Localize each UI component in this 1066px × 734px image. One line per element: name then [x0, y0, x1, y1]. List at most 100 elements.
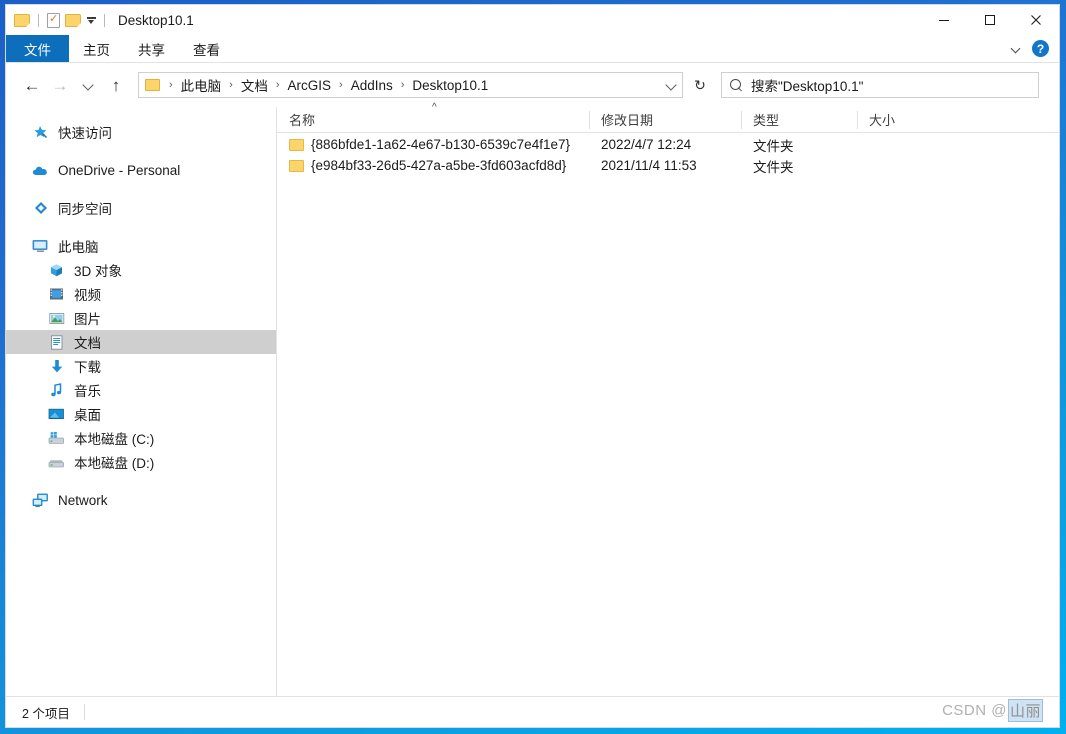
properties-icon[interactable]	[47, 12, 60, 28]
sidebar-item-label: Network	[58, 492, 108, 508]
sidebar-item-drive-c[interactable]: 本地磁盘 (C:)	[6, 426, 276, 450]
cell-name: {886bfde1-1a62-4e67-b130-6539c7e4f1e7}	[277, 134, 589, 155]
address-dropdown-icon[interactable]	[665, 79, 678, 92]
column-header-label: 名称	[289, 113, 316, 128]
item-count-label: 2 个项目	[22, 706, 70, 721]
column-header-label: 修改日期	[601, 113, 654, 128]
video-icon	[48, 286, 65, 303]
star-pin-icon	[32, 124, 49, 141]
arrow-up-icon: ↑	[111, 75, 121, 95]
sync-icon	[32, 200, 49, 217]
table-row[interactable]: {e984bf33-26d5-427a-a5be-3fd603acfd8d} 2…	[277, 155, 1059, 176]
sidebar-item-videos[interactable]: 视频	[6, 282, 276, 306]
new-folder-icon[interactable]	[65, 13, 81, 27]
search-input[interactable]: 搜索"Desktop10.1"	[751, 75, 863, 95]
breadcrumb-item-0[interactable]: 此电脑	[179, 75, 224, 95]
breadcrumb-item-2[interactable]: ArcGIS	[286, 78, 334, 93]
sidebar-item-downloads[interactable]: 下载	[6, 354, 276, 378]
chevron-down-icon	[82, 79, 95, 92]
search-box[interactable]: 搜索"Desktop10.1"	[721, 72, 1039, 98]
up-button[interactable]: ↑	[102, 71, 130, 99]
cell-size	[857, 134, 939, 155]
refresh-button[interactable]: ↻	[685, 72, 715, 98]
table-row[interactable]: {886bfde1-1a62-4e67-b130-6539c7e4f1e7} 2…	[277, 134, 1059, 155]
sidebar-item-label: 音乐	[74, 384, 101, 399]
sidebar-item-network[interactable]: Network	[6, 488, 276, 512]
sidebar-item-label: 视频	[74, 288, 101, 303]
recent-locations-button[interactable]	[74, 71, 102, 99]
breadcrumb-item-3[interactable]: AddIns	[349, 78, 395, 93]
breadcrumb-separator: ›	[229, 79, 233, 91]
back-button[interactable]: ←	[18, 71, 46, 99]
sidebar-item-drive-d[interactable]: 本地磁盘 (D:)	[6, 450, 276, 474]
ribbon-right-controls: ?	[1011, 35, 1059, 62]
breadcrumb-item-1[interactable]: 文档	[239, 75, 270, 95]
qat-divider-2	[104, 13, 105, 27]
sidebar-item-label: 同步空间	[58, 202, 112, 217]
sidebar-item-label: 图片	[74, 312, 101, 327]
breadcrumb-separator: ›	[339, 79, 343, 91]
column-header-label: 大小	[869, 113, 896, 128]
sidebar-item-quick-access[interactable]: 快速访问	[6, 120, 276, 144]
sidebar-item-label: 文档	[74, 336, 101, 351]
drive-icon	[48, 454, 65, 471]
pictures-icon	[48, 310, 65, 327]
ribbon-tab-bar: 文件 主页 共享 查看 ?	[6, 35, 1059, 62]
sidebar-item-music[interactable]: 音乐	[6, 378, 276, 402]
arrow-left-icon: ←	[23, 75, 41, 95]
music-icon	[48, 382, 65, 399]
download-icon	[48, 358, 65, 375]
computer-icon	[32, 238, 49, 255]
quick-access-toolbar	[6, 12, 108, 28]
watermark-username: 山丽	[1007, 699, 1043, 722]
folder-icon[interactable]	[14, 13, 30, 27]
chevron-down-icon[interactable]	[1011, 43, 1022, 54]
navigation-pane[interactable]: 快速访问 OneDrive - Personal 同步空间 此电脑 3D 对象 …	[6, 107, 277, 696]
sidebar-item-label: 此电脑	[58, 240, 99, 255]
file-name-label: {e984bf33-26d5-427a-a5be-3fd603acfd8d}	[311, 158, 567, 173]
cell-modified: 2021/11/4 11:53	[601, 158, 697, 173]
sidebar-item-sync-space[interactable]: 同步空间	[6, 196, 276, 220]
tab-view[interactable]: 查看	[179, 35, 234, 62]
cell-name: {e984bf33-26d5-427a-a5be-3fd603acfd8d}	[277, 155, 589, 176]
file-rows: {886bfde1-1a62-4e67-b130-6539c7e4f1e7} 2…	[277, 134, 1059, 696]
column-header-modified[interactable]: 修改日期	[589, 107, 741, 133]
tab-file[interactable]: 文件	[6, 35, 69, 62]
file-list-pane[interactable]: 名称 ^ 修改日期 类型 大小 {886bfde1-1a62-4e67-b130…	[277, 102, 1059, 696]
customize-caret-icon[interactable]	[87, 16, 96, 25]
sidebar-item-3d-objects[interactable]: 3D 对象	[6, 258, 276, 282]
maximize-button[interactable]	[967, 5, 1013, 35]
help-icon[interactable]: ?	[1032, 40, 1049, 57]
qat-divider	[38, 13, 39, 27]
file-name-label: {886bfde1-1a62-4e67-b130-6539c7e4f1e7}	[311, 137, 570, 152]
column-header-name[interactable]: 名称 ^	[277, 102, 589, 133]
sidebar-item-this-pc[interactable]: 此电脑	[6, 234, 276, 258]
breadcrumb-item-4[interactable]: Desktop10.1	[410, 78, 490, 93]
address-bar[interactable]: › 此电脑 › 文档 › ArcGIS › AddIns › Desktop10…	[138, 72, 683, 98]
forward-button[interactable]: →	[46, 71, 74, 99]
sidebar-item-documents[interactable]: 文档	[6, 330, 276, 354]
main-area: 快速访问 OneDrive - Personal 同步空间 此电脑 3D 对象 …	[6, 102, 1059, 696]
tab-home[interactable]: 主页	[69, 35, 124, 62]
sidebar-item-desktop[interactable]: 桌面	[6, 402, 276, 426]
sidebar-item-onedrive[interactable]: OneDrive - Personal	[6, 158, 276, 182]
status-bar: 2 个项目	[6, 696, 1059, 727]
column-header-size[interactable]: 大小	[857, 107, 939, 133]
title-bar: Desktop10.1	[6, 5, 1059, 35]
minimize-button[interactable]	[921, 5, 967, 35]
column-header-type[interactable]: 类型	[741, 107, 857, 133]
folder-icon	[289, 138, 304, 151]
sidebar-item-label: 桌面	[74, 408, 101, 423]
close-button[interactable]	[1013, 5, 1059, 35]
breadcrumb-separator: ›	[400, 79, 405, 91]
tab-share[interactable]: 共享	[124, 35, 179, 62]
sidebar-item-pictures[interactable]: 图片	[6, 306, 276, 330]
window-frame: Desktop10.1 文件 主页 共享 查看 ? ← →	[0, 0, 1066, 734]
explorer-window: Desktop10.1 文件 主页 共享 查看 ? ← →	[5, 4, 1060, 728]
sidebar-item-label: 下载	[74, 360, 101, 375]
desktop-icon	[48, 406, 65, 423]
cell-type: 文件夹	[753, 138, 794, 154]
cell-modified: 2022/4/7 12:24	[601, 137, 692, 152]
